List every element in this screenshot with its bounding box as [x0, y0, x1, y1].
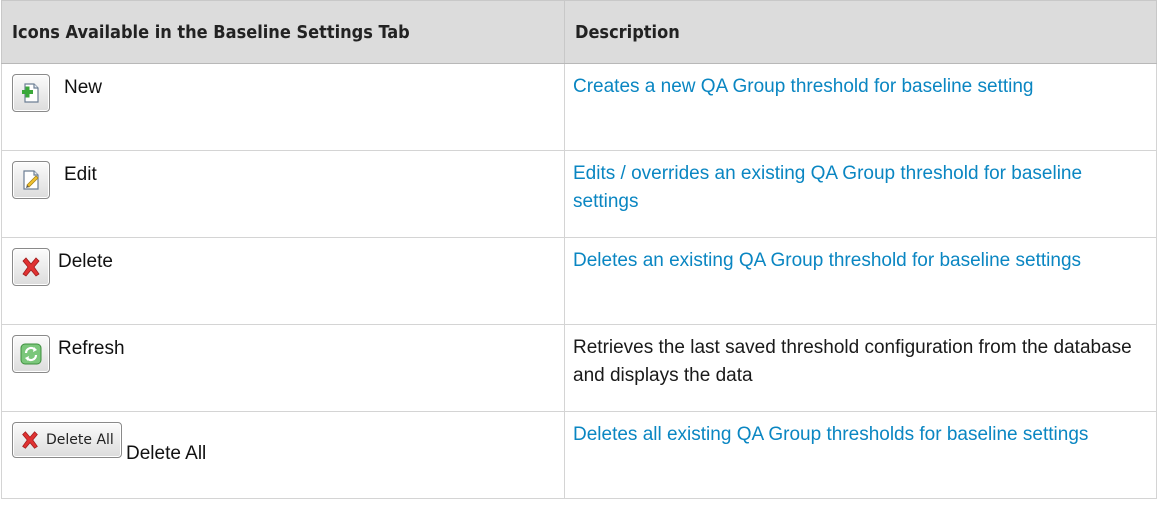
table-row: New Creates a new QA Group threshold for… [1, 63, 1157, 151]
delete-icon[interactable] [12, 248, 50, 286]
new-icon[interactable] [12, 74, 50, 112]
delete-label: Delete [58, 251, 113, 272]
description-cell[interactable]: Deletes an existing QA Group threshold f… [564, 237, 1157, 325]
delete-all-button-text: Delete All [46, 432, 114, 448]
refresh-label: Refresh [58, 338, 125, 359]
new-label: New [64, 77, 103, 98]
table-row: Refresh Retrieves the last saved thresho… [1, 324, 1157, 412]
table-row: Edit Edits / overrides an existing QA Gr… [1, 150, 1157, 238]
description-cell[interactable]: Deletes all existing QA Group thresholds… [564, 411, 1157, 499]
refresh-icon[interactable] [12, 335, 50, 373]
description-cell: Retrieves the last saved threshold confi… [564, 324, 1157, 412]
edit-label: Edit [64, 164, 97, 185]
edit-icon[interactable] [12, 161, 50, 199]
table-row: Delete All Delete All Deletes all existi… [1, 411, 1157, 499]
delete-all-label: Delete All [126, 443, 207, 464]
icon-cell: Refresh [1, 324, 565, 412]
icon-cell: Delete [1, 237, 565, 325]
icon-cell: New [1, 63, 565, 151]
icon-cell: Edit [1, 150, 565, 238]
column-header-icons: Icons Available in the Baseline Settings… [1, 0, 565, 64]
icon-cell: Delete All Delete All [1, 411, 565, 499]
description-cell[interactable]: Edits / overrides an existing QA Group t… [564, 150, 1157, 238]
column-header-description: Description [564, 0, 1157, 64]
baseline-settings-icons-table: Icons Available in the Baseline Settings… [1, 0, 1157, 499]
description-cell[interactable]: Creates a new QA Group threshold for bas… [564, 63, 1157, 151]
delete-all-icon[interactable]: Delete All [12, 422, 122, 458]
table-header-row: Icons Available in the Baseline Settings… [1, 0, 1157, 64]
table-row: Delete Deletes an existing QA Group thre… [1, 237, 1157, 325]
